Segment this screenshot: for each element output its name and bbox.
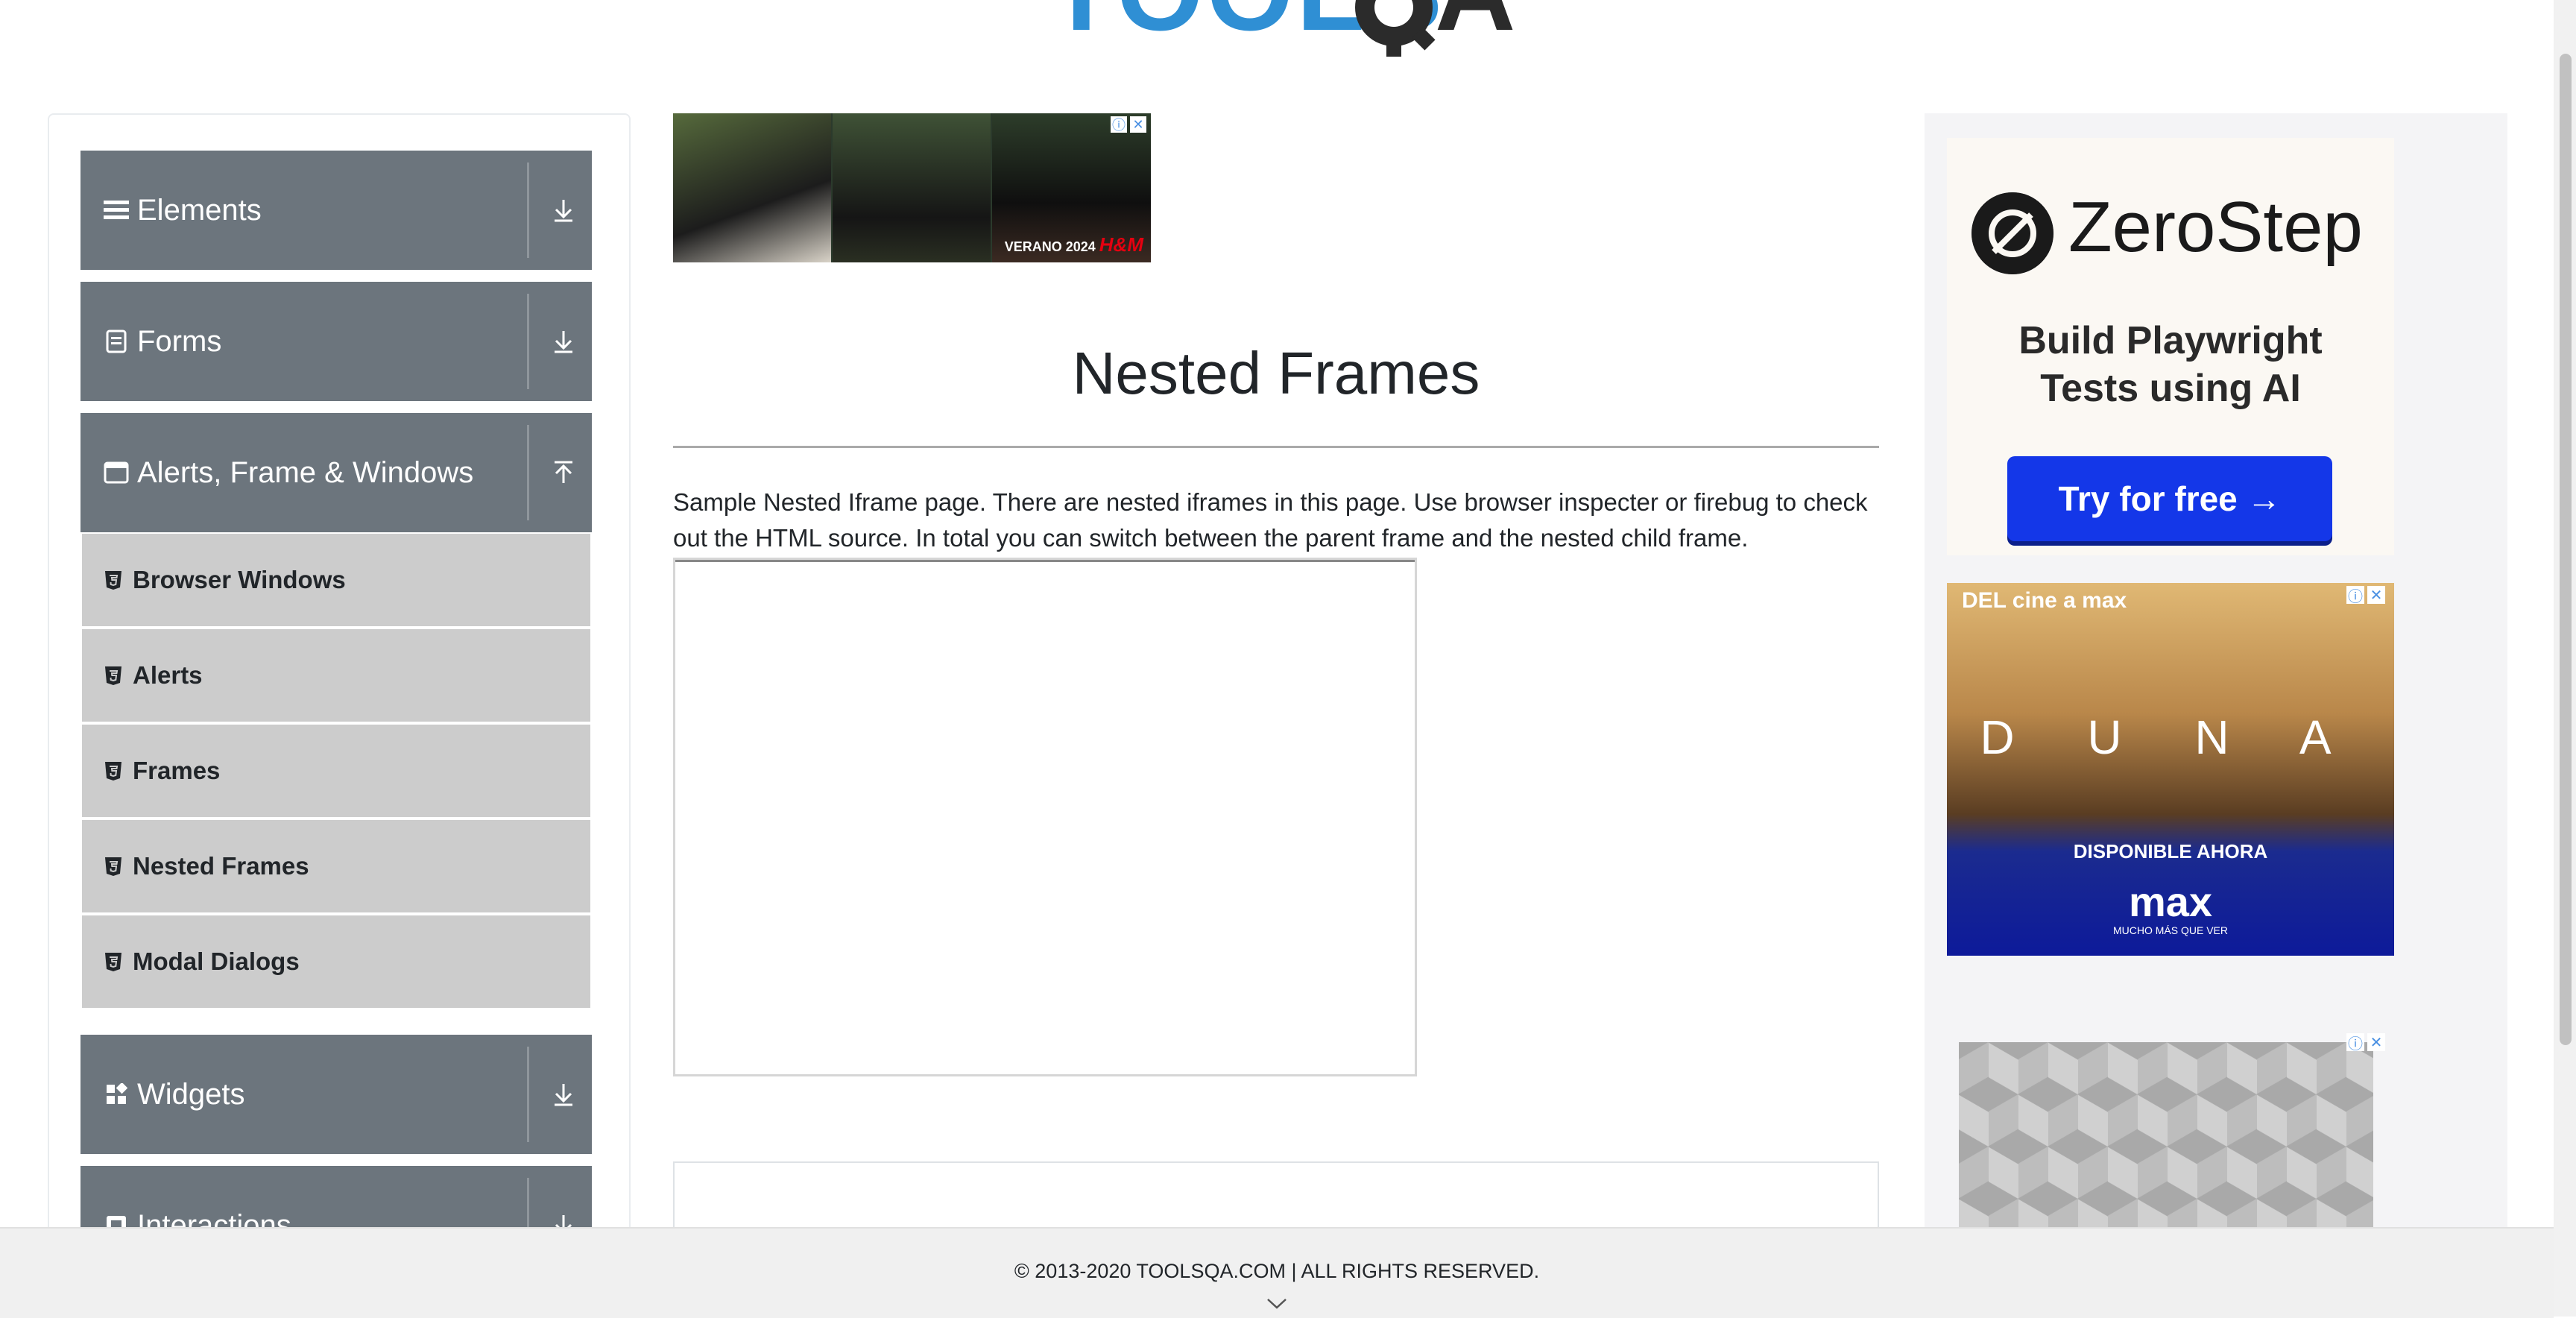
- ad-movie-title: D U N A: [1980, 710, 2361, 764]
- footer-copyright: © 2013-2020 TOOLSQA.COM | ALL RIGHTS RES…: [1014, 1260, 1540, 1282]
- close-icon[interactable]: ✕: [1130, 116, 1146, 133]
- chevron-down-icon[interactable]: [1266, 1296, 1288, 1311]
- group-label: Elements: [137, 193, 262, 227]
- separator: [527, 425, 529, 520]
- page-title: Nested Frames: [1072, 340, 1480, 406]
- separator: [527, 163, 529, 258]
- scrollbar-thumb[interactable]: [2560, 54, 2572, 1045]
- zerostep-logo-icon: [1972, 192, 2053, 274]
- group-label: Forms: [137, 324, 222, 358]
- toolsqa-logo[interactable]: TOOLS A: [1047, 0, 1524, 63]
- sidebar-item-label: Modal Dialogs: [133, 947, 300, 975]
- separator: [527, 1047, 529, 1142]
- expand-arrow-icon[interactable]: [549, 327, 578, 356]
- html5-icon: [105, 666, 121, 685]
- html5-icon: [105, 571, 121, 590]
- group-forms[interactable]: Forms: [80, 282, 592, 401]
- svg-text:A: A: [1435, 0, 1515, 54]
- window-icon: [103, 459, 130, 486]
- close-icon[interactable]: ✕: [2367, 586, 2385, 604]
- close-icon[interactable]: ✕: [2367, 1033, 2385, 1051]
- group-label: Alerts, Frame & Windows: [137, 455, 474, 489]
- html5-icon: [105, 953, 121, 971]
- sidebar-item-label: Frames: [133, 757, 221, 784]
- info-icon[interactable]: ⓘ: [2346, 586, 2364, 605]
- ad-choices[interactable]: ⓘ ✕: [2346, 586, 2385, 605]
- ad-choices[interactable]: ⓘ ✕: [2346, 1033, 2385, 1053]
- dune-ad[interactable]: DEL cine a max D U N A DISPONIBLE AHORA …: [1947, 583, 2394, 956]
- ad-photo: [673, 113, 831, 262]
- group-widgets[interactable]: Widgets: [80, 1035, 592, 1154]
- frame-top-border: [675, 560, 1415, 562]
- separator: [527, 294, 529, 389]
- html5-icon: [105, 762, 121, 781]
- top-banner-ad[interactable]: ⓘ ✕ VERANO 2024 H&M: [673, 113, 1151, 262]
- widgets-icon: [103, 1081, 130, 1108]
- group-label: Widgets: [137, 1077, 245, 1111]
- sidebar-item-browser-windows[interactable]: Browser Windows: [82, 534, 590, 626]
- divider: [673, 446, 1879, 448]
- document-icon: [103, 328, 130, 355]
- info-icon[interactable]: ⓘ: [2346, 1033, 2364, 1053]
- zerostep-brand: ZeroStep: [2068, 187, 2363, 267]
- group-alerts-frame-windows[interactable]: Alerts, Frame & Windows: [80, 413, 592, 532]
- page-description: Sample Nested Iframe page. There are nes…: [673, 488, 1868, 552]
- html5-icon: [105, 857, 121, 876]
- sidebar-item-nested-frames[interactable]: Nested Frames: [82, 820, 590, 912]
- sidebar-item-label: Browser Windows: [133, 566, 346, 593]
- ad-choices[interactable]: ⓘ ✕: [1111, 116, 1146, 133]
- sidebar-item-alerts[interactable]: Alerts: [82, 629, 590, 722]
- hamburger-icon: [103, 197, 130, 224]
- sidebar-item-label: Nested Frames: [133, 852, 309, 880]
- group-elements[interactable]: Elements: [80, 151, 592, 270]
- zerostep-tagline: Build Playwright Tests using AI: [2018, 319, 2323, 410]
- expand-arrow-icon[interactable]: [549, 195, 578, 225]
- ad-caption: VERANO 2024 H&M: [1004, 233, 1143, 256]
- collapse-arrow-icon[interactable]: [549, 458, 578, 488]
- ad-brand: max: [2128, 878, 2213, 925]
- sidebar-item-modal-dialogs[interactable]: Modal Dialogs: [82, 915, 590, 1008]
- sidebar-item-label: Alerts: [133, 661, 203, 689]
- ad-slogan: MUCHO MÁS QUE VER: [2112, 924, 2228, 936]
- try-for-free-button[interactable]: Try for free →: [2007, 456, 2332, 541]
- ad-photo: [833, 113, 991, 262]
- ad-availability: DISPONIBLE AHORA: [2073, 840, 2268, 863]
- parent-iframe[interactable]: [673, 558, 1417, 1076]
- ad-corner-label: DEL cine a max: [1962, 588, 2127, 613]
- expand-arrow-icon[interactable]: [549, 1079, 578, 1109]
- info-icon[interactable]: ⓘ: [1111, 116, 1127, 133]
- sidebar-item-frames[interactable]: Frames: [82, 725, 590, 817]
